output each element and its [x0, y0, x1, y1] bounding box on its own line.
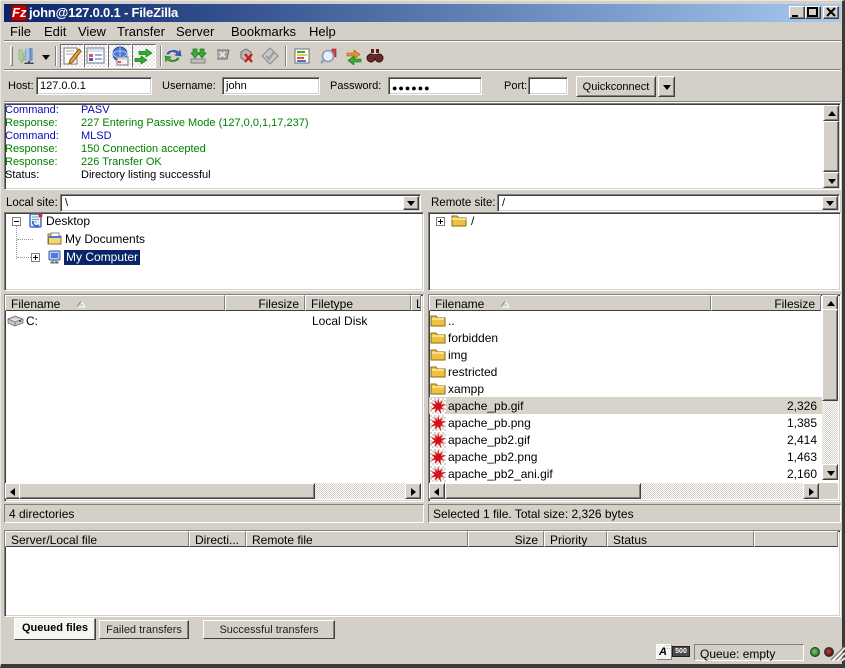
svg-text:2,326: 2,326: [787, 399, 817, 413]
svg-text:apache_pb2.gif: apache_pb2.gif: [448, 433, 531, 447]
svg-text:forbidden: forbidden: [448, 331, 498, 345]
svg-text:2,160: 2,160: [787, 467, 817, 481]
svg-text:restricted: restricted: [448, 365, 497, 379]
svg-text:apache_pb2.png: apache_pb2.png: [448, 450, 537, 464]
svg-text:apache_pb2_ani.gif: apache_pb2_ani.gif: [448, 467, 553, 481]
svg-text:2,414: 2,414: [787, 433, 817, 447]
svg-text:1,463: 1,463: [787, 450, 817, 464]
svg-text:img: img: [448, 348, 467, 362]
svg-text:..: ..: [448, 314, 455, 328]
svg-text:apache_pb.gif: apache_pb.gif: [448, 399, 524, 413]
svg-text:xampp: xampp: [448, 382, 484, 396]
svg-text:1,385: 1,385: [787, 416, 817, 430]
svg-text:apache_pb.png: apache_pb.png: [448, 416, 531, 430]
